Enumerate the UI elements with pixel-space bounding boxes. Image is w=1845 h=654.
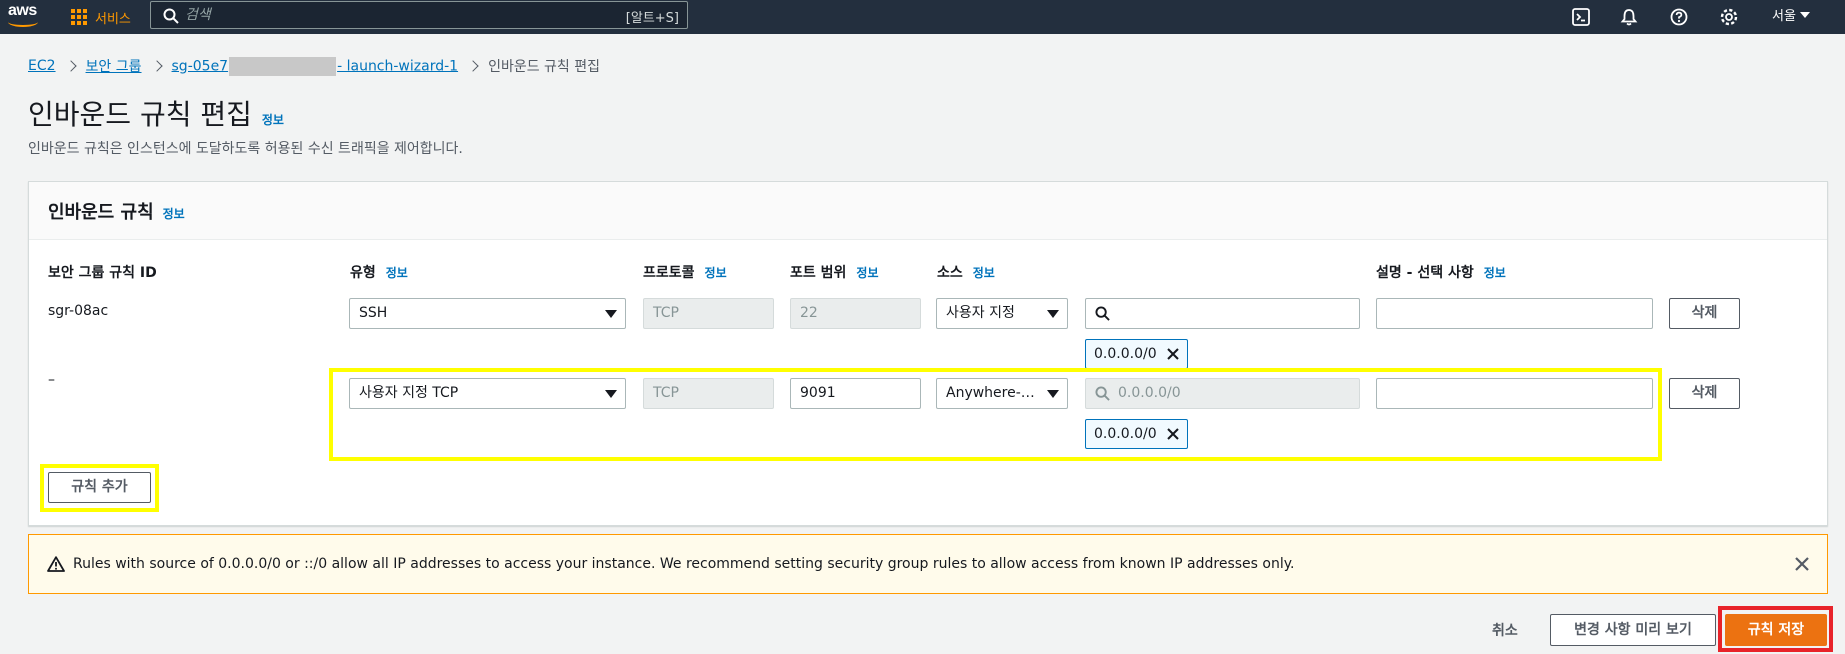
highlight-save-rules bbox=[1718, 606, 1833, 652]
port-range-field: 22 bbox=[790, 298, 921, 329]
help-icon[interactable] bbox=[1668, 6, 1690, 28]
preview-changes-button[interactable]: 변경 사항 미리 보기 bbox=[1550, 614, 1716, 646]
logo-smile-icon bbox=[8, 17, 38, 27]
type-select-value: SSH bbox=[359, 305, 388, 321]
redacted-block bbox=[229, 56, 337, 76]
breadcrumb-security-groups[interactable]: 보안 그룹 bbox=[86, 56, 142, 76]
column-header-protocol: 프로토콜 정보 bbox=[643, 262, 727, 282]
breadcrumb-current: 인바운드 규칙 편집 bbox=[488, 59, 601, 75]
column-header-port-range: 포트 범위 정보 bbox=[790, 262, 879, 282]
column-header-type: 유형 정보 bbox=[350, 262, 408, 282]
chevron-right-icon bbox=[467, 60, 479, 72]
sg-id-prefix: sg-05e7 bbox=[171, 58, 229, 74]
cidr-token-label: 0.0.0.0/0 bbox=[1094, 346, 1157, 362]
sg-id-suffix: - launch-wizard-1 bbox=[337, 58, 459, 74]
panel-title: 인바운드 규칙 정보 bbox=[48, 198, 185, 224]
highlight-new-rule bbox=[329, 368, 1662, 461]
highlight-add-rule bbox=[40, 464, 159, 512]
panel-header: 인바운드 규칙 정보 bbox=[29, 182, 1827, 240]
column-header-description: 설명 - 선택 사항 정보 bbox=[1376, 262, 1506, 282]
type-select[interactable]: SSH bbox=[349, 298, 626, 329]
source-info-link[interactable]: 정보 bbox=[973, 264, 995, 281]
column-type-label: 유형 bbox=[350, 265, 376, 281]
column-header-source: 소스 정보 bbox=[937, 262, 995, 282]
grid-icon bbox=[71, 9, 87, 25]
rule-id-cell: sgr-08ac bbox=[48, 303, 109, 319]
close-icon[interactable] bbox=[1166, 347, 1180, 361]
delete-rule-button[interactable]: 삭제 bbox=[1669, 298, 1740, 329]
search-icon bbox=[1095, 306, 1110, 321]
column-source-label: 소스 bbox=[937, 265, 963, 281]
warning-icon bbox=[47, 556, 65, 572]
search-shortcut-hint: [알트+S] bbox=[625, 11, 679, 26]
description-info-link[interactable]: 정보 bbox=[1484, 264, 1506, 281]
caret-down-icon bbox=[1047, 310, 1059, 318]
cancel-button[interactable]: 취소 bbox=[1492, 620, 1518, 640]
page-header: 인바운드 규칙 편집 정보 bbox=[28, 93, 284, 133]
cidr-token: 0.0.0.0/0 bbox=[1085, 339, 1188, 369]
aws-logo[interactable]: aws bbox=[8, 3, 40, 29]
search-icon bbox=[163, 8, 179, 24]
warning-alert: Rules with source of 0.0.0.0/0 or ::/0 a… bbox=[28, 534, 1828, 594]
services-label: 서비스 bbox=[95, 11, 131, 27]
panel-info-link[interactable]: 정보 bbox=[163, 205, 185, 222]
panel-title-text: 인바운드 규칙 bbox=[48, 202, 154, 223]
caret-down-icon bbox=[605, 310, 617, 318]
caret-down-icon bbox=[1799, 11, 1810, 18]
protocol-field: TCP bbox=[643, 298, 774, 329]
close-icon[interactable] bbox=[1793, 555, 1811, 573]
services-menu-button[interactable]: 서비스 bbox=[71, 5, 131, 29]
page-description: 인바운드 규칙은 인스턴스에 도달하도록 허용된 수신 트래픽을 제어합니다. bbox=[28, 141, 463, 157]
search-input[interactable] bbox=[185, 5, 585, 25]
description-input[interactable] bbox=[1376, 298, 1653, 329]
chevron-right-icon bbox=[64, 60, 77, 72]
protocol-info-link[interactable]: 정보 bbox=[705, 264, 727, 281]
column-rule-id-label: 보안 그룹 규칙 ID bbox=[48, 265, 157, 281]
chevron-right-icon bbox=[150, 60, 163, 72]
rule-id-cell: – bbox=[48, 372, 55, 388]
type-info-link[interactable]: 정보 bbox=[386, 264, 408, 281]
breadcrumb-ec2[interactable]: EC2 bbox=[28, 58, 56, 74]
breadcrumb-security-group-id[interactable]: sg-05e7 - launch-wizard-1 bbox=[171, 56, 459, 76]
region-selector[interactable]: 서울 bbox=[1772, 5, 1810, 24]
region-label: 서울 bbox=[1772, 9, 1796, 24]
cloudshell-icon[interactable] bbox=[1570, 6, 1592, 28]
gear-icon[interactable] bbox=[1718, 6, 1740, 28]
port-range-info-link[interactable]: 정보 bbox=[856, 264, 878, 281]
column-description-label: 설명 - 선택 사항 bbox=[1376, 265, 1474, 281]
page-info-link[interactable]: 정보 bbox=[262, 111, 284, 128]
column-header-rule-id: 보안 그룹 규칙 ID bbox=[48, 262, 157, 282]
source-type-value: 사용자 지정 bbox=[946, 305, 1015, 321]
source-cidr-search[interactable] bbox=[1085, 298, 1360, 329]
page-title: 인바운드 규칙 편집 bbox=[28, 98, 252, 131]
column-protocol-label: 프로토콜 bbox=[643, 265, 695, 281]
inbound-rules-panel: 인바운드 규칙 정보 보안 그룹 규칙 ID 유형 정보 프로토콜 정보 포트 … bbox=[28, 181, 1828, 526]
top-navigation: aws 서비스 [알트+S] 서울 bbox=[0, 0, 1845, 34]
source-type-select[interactable]: 사용자 지정 bbox=[936, 298, 1068, 329]
bell-icon[interactable] bbox=[1618, 6, 1640, 28]
column-port-range-label: 포트 범위 bbox=[790, 265, 847, 281]
global-search[interactable]: [알트+S] bbox=[150, 1, 688, 29]
breadcrumb: EC2 보안 그룹 sg-05e7 - launch-wizard-1 인바운드 … bbox=[28, 56, 600, 76]
warning-text: Rules with source of 0.0.0.0/0 or ::/0 a… bbox=[73, 556, 1295, 572]
delete-rule-button[interactable]: 삭제 bbox=[1669, 378, 1740, 409]
